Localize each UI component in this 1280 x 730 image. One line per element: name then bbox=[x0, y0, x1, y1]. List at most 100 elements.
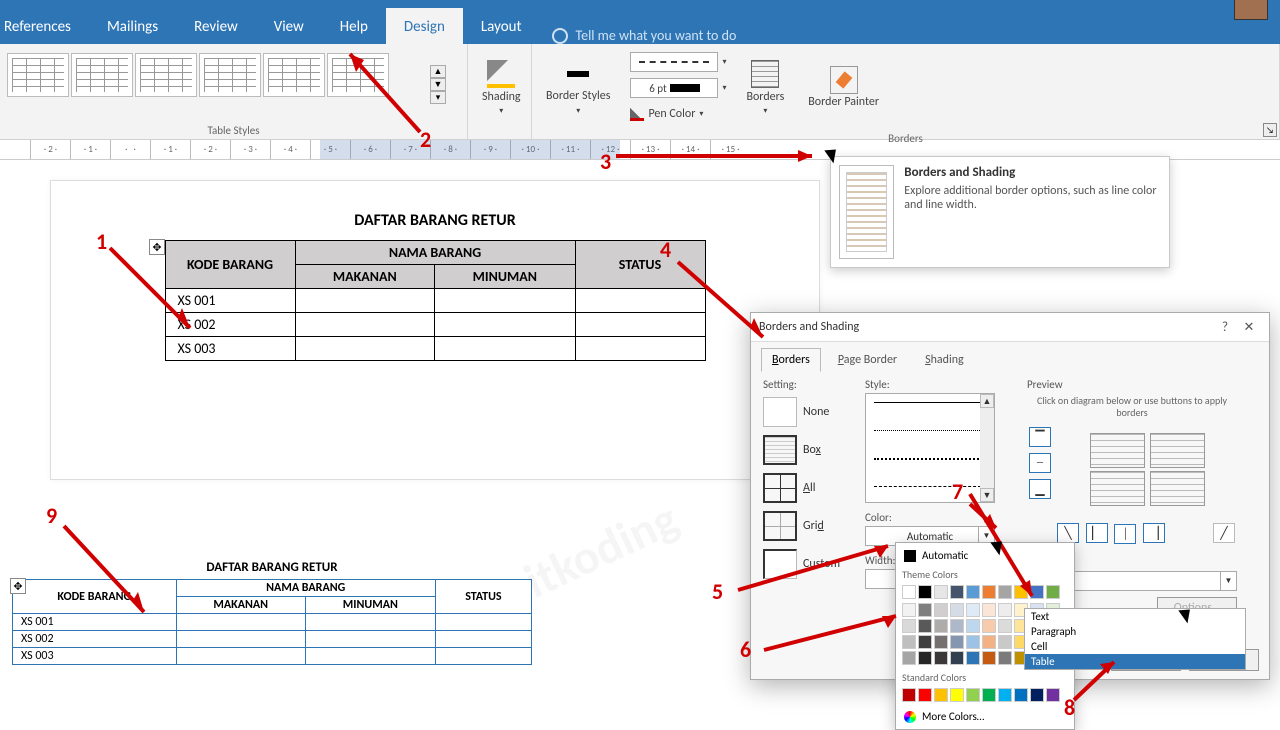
color-swatch[interactable] bbox=[902, 603, 916, 617]
color-swatch[interactable] bbox=[902, 635, 916, 649]
tab-view[interactable]: View bbox=[256, 8, 322, 44]
standard-color-row[interactable] bbox=[900, 686, 1070, 704]
color-swatch[interactable] bbox=[950, 603, 964, 617]
tab-help[interactable]: Help bbox=[322, 8, 386, 44]
setting-custom[interactable]: Custom bbox=[763, 549, 853, 579]
scroll-down-icon[interactable]: ▼ bbox=[980, 488, 994, 502]
preview-diagram[interactable] bbox=[1072, 425, 1222, 515]
color-swatch[interactable] bbox=[902, 651, 916, 665]
tell-me-search[interactable]: Tell me what you want to do bbox=[552, 27, 737, 44]
color-automatic[interactable]: Automatic bbox=[900, 547, 1070, 564]
color-swatch[interactable] bbox=[1030, 688, 1044, 702]
color-swatch[interactable] bbox=[998, 603, 1012, 617]
color-swatch[interactable] bbox=[966, 635, 980, 649]
color-swatch[interactable] bbox=[982, 619, 996, 633]
color-swatch[interactable] bbox=[934, 619, 948, 633]
color-swatch[interactable] bbox=[934, 603, 948, 617]
more-colors[interactable]: More Colors… bbox=[900, 708, 1070, 725]
preview-diag2[interactable]: ╱ bbox=[1213, 523, 1235, 543]
dialog-tab-borders[interactable]: Borders bbox=[761, 348, 821, 372]
color-swatch[interactable] bbox=[1046, 688, 1060, 702]
apply-option-table[interactable]: Table bbox=[1025, 654, 1245, 669]
preview-vmid-border[interactable]: │ bbox=[1114, 524, 1136, 544]
main-table[interactable]: KODE BARANG NAMA BARANG STATUS MAKANAN M… bbox=[165, 240, 706, 361]
result-table[interactable]: KODE BARANG NAMA BARANG STATUS MAKANANMI… bbox=[12, 579, 532, 665]
color-swatch[interactable] bbox=[950, 585, 964, 599]
tab-references[interactable]: References bbox=[0, 8, 89, 44]
border-painter-button[interactable]: Border Painter bbox=[800, 48, 887, 128]
color-swatch[interactable] bbox=[934, 651, 948, 665]
apply-option-paragraph[interactable]: Paragraph bbox=[1025, 624, 1245, 639]
setting-all[interactable]: All bbox=[763, 473, 853, 503]
borders-dialog-launcher[interactable]: ↘ bbox=[1263, 123, 1277, 137]
color-swatch[interactable] bbox=[966, 585, 980, 599]
preview-left-border[interactable]: ▏ bbox=[1086, 523, 1108, 543]
color-swatch[interactable] bbox=[966, 651, 980, 665]
color-swatch[interactable] bbox=[902, 585, 916, 599]
user-avatar[interactable] bbox=[1234, 0, 1268, 20]
color-swatch[interactable] bbox=[918, 585, 932, 599]
tab-mailings[interactable]: Mailings bbox=[89, 8, 176, 44]
color-swatch[interactable] bbox=[998, 585, 1012, 599]
color-swatch[interactable] bbox=[918, 651, 932, 665]
color-swatch[interactable] bbox=[950, 651, 964, 665]
apply-to-dropdown-list[interactable]: Text Paragraph Cell Table bbox=[1024, 608, 1246, 670]
tab-design[interactable]: Design bbox=[386, 8, 463, 44]
borders-dropdown[interactable]: Borders▾ bbox=[738, 48, 792, 128]
table-move-handle[interactable]: ✥ bbox=[149, 239, 165, 255]
color-swatch[interactable] bbox=[902, 688, 916, 702]
color-swatch[interactable] bbox=[998, 619, 1012, 633]
color-swatch[interactable] bbox=[934, 585, 948, 599]
style-listbox[interactable]: ▲▼ bbox=[865, 393, 995, 503]
color-swatch[interactable] bbox=[1014, 585, 1028, 599]
color-swatch[interactable] bbox=[998, 688, 1012, 702]
color-swatch[interactable] bbox=[982, 688, 996, 702]
color-swatch[interactable] bbox=[982, 651, 996, 665]
color-swatch[interactable] bbox=[950, 619, 964, 633]
dialog-tab-shading[interactable]: Shading bbox=[914, 348, 975, 372]
color-swatch[interactable] bbox=[918, 688, 932, 702]
color-swatch[interactable] bbox=[918, 635, 932, 649]
color-swatch[interactable] bbox=[1046, 585, 1060, 599]
color-swatch[interactable] bbox=[1014, 688, 1028, 702]
color-swatch[interactable] bbox=[1030, 585, 1044, 599]
apply-option-cell[interactable]: Cell bbox=[1025, 639, 1245, 654]
color-swatch[interactable] bbox=[966, 603, 980, 617]
cell-kode[interactable]: XS 002 bbox=[165, 313, 295, 337]
line-style-combo[interactable]: ▾ bbox=[626, 50, 730, 74]
tab-review[interactable]: Review bbox=[176, 8, 256, 44]
scroll-up-icon[interactable]: ▲ bbox=[980, 394, 994, 408]
border-styles-button[interactable]: Border Styles▾ bbox=[538, 48, 618, 128]
table-move-handle[interactable]: ✥ bbox=[10, 578, 26, 594]
dialog-help-button[interactable]: ? bbox=[1213, 317, 1237, 337]
dialog-tab-page-border[interactable]: Page Border bbox=[827, 348, 908, 372]
color-swatch[interactable] bbox=[934, 688, 948, 702]
pen-color-button[interactable]: Pen Color▾ bbox=[626, 102, 730, 126]
preview-top-border[interactable]: ▔ bbox=[1029, 427, 1051, 447]
color-swatch[interactable] bbox=[950, 635, 964, 649]
cell-kode[interactable]: XS 003 bbox=[165, 337, 295, 361]
preview-diag1[interactable]: ╲ bbox=[1057, 523, 1079, 543]
cell-kode[interactable]: XS 001 bbox=[165, 289, 295, 313]
theme-color-row[interactable] bbox=[900, 583, 1070, 601]
color-swatch[interactable] bbox=[966, 688, 980, 702]
color-swatch[interactable] bbox=[982, 635, 996, 649]
table-styles-gallery[interactable] bbox=[6, 52, 426, 116]
preview-bottom-border[interactable]: ▁ bbox=[1029, 479, 1051, 499]
setting-grid[interactable]: Grid bbox=[763, 511, 853, 541]
color-swatch[interactable] bbox=[918, 619, 932, 633]
setting-none[interactable]: None bbox=[763, 397, 853, 427]
color-swatch[interactable] bbox=[982, 585, 996, 599]
color-swatch[interactable] bbox=[998, 651, 1012, 665]
preview-hmid-border[interactable]: ─ bbox=[1029, 453, 1051, 473]
preview-right-border[interactable]: ▕ bbox=[1143, 523, 1165, 543]
dialog-close-button[interactable]: ✕ bbox=[1237, 317, 1261, 337]
line-weight-combo[interactable]: 6 pt▾ bbox=[626, 76, 730, 100]
color-swatch[interactable] bbox=[918, 603, 932, 617]
document-page[interactable]: ✥ DAFTAR BARANG RETUR KODE BARANG NAMA B… bbox=[50, 180, 820, 480]
color-swatch[interactable] bbox=[998, 635, 1012, 649]
gallery-scroll[interactable]: ▲▼▾ bbox=[430, 65, 446, 104]
shading-button[interactable]: Shading▾ bbox=[474, 48, 529, 128]
setting-box[interactable]: Box bbox=[763, 435, 853, 465]
tab-layout[interactable]: Layout bbox=[463, 8, 540, 44]
